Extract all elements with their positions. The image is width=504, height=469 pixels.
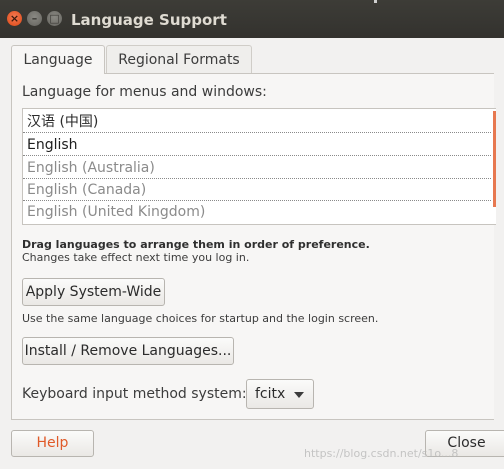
language-support-window: × – □ Language Support Language Regional… <box>0 0 504 469</box>
title-bar[interactable]: × – □ Language Support <box>0 0 504 38</box>
keyboard-input-label: Keyboard input method system: <box>22 386 247 402</box>
keyboard-input-method-select[interactable]: fcitx <box>246 379 314 409</box>
titlebar-artifact <box>374 0 377 3</box>
apply-system-wide-button[interactable]: Apply System-Wide <box>22 278 165 306</box>
language-list-item[interactable]: English (Australia) <box>23 157 491 179</box>
tab-regional-formats[interactable]: Regional Formats <box>106 45 252 73</box>
install-remove-languages-button[interactable]: Install / Remove Languages... <box>22 337 234 365</box>
maximize-window-icon[interactable]: □ <box>47 11 62 26</box>
language-list-item[interactable]: English (United Kingdom) <box>23 201 491 223</box>
window-title: Language Support <box>71 11 227 29</box>
tab-language[interactable]: Language <box>11 45 105 74</box>
language-list-item[interactable]: English (Canada) <box>23 179 491 201</box>
menus-language-label: Language for menus and windows: <box>22 84 267 100</box>
apply-note: Use the same language choices for startu… <box>22 312 379 325</box>
list-scrollbar[interactable] <box>493 111 496 207</box>
chevron-down-icon <box>294 392 304 398</box>
help-button[interactable]: Help <box>11 430 94 457</box>
minimize-window-icon[interactable]: – <box>27 11 42 26</box>
keyboard-input-method-value: fcitx <box>255 386 286 402</box>
language-list-item[interactable]: 汉语 (中国) <box>23 111 491 133</box>
drag-hint: Drag languages to arrange them in order … <box>22 238 370 251</box>
language-list-item[interactable]: English <box>23 134 491 156</box>
close-window-icon[interactable]: × <box>7 11 22 26</box>
changes-hint: Changes take effect next time you log in… <box>22 251 250 264</box>
watermark: https://blog.csdn.net/s1o...8 <box>304 447 459 460</box>
language-list[interactable]: 汉语 (中国) English English (Australia) Engl… <box>22 108 496 225</box>
